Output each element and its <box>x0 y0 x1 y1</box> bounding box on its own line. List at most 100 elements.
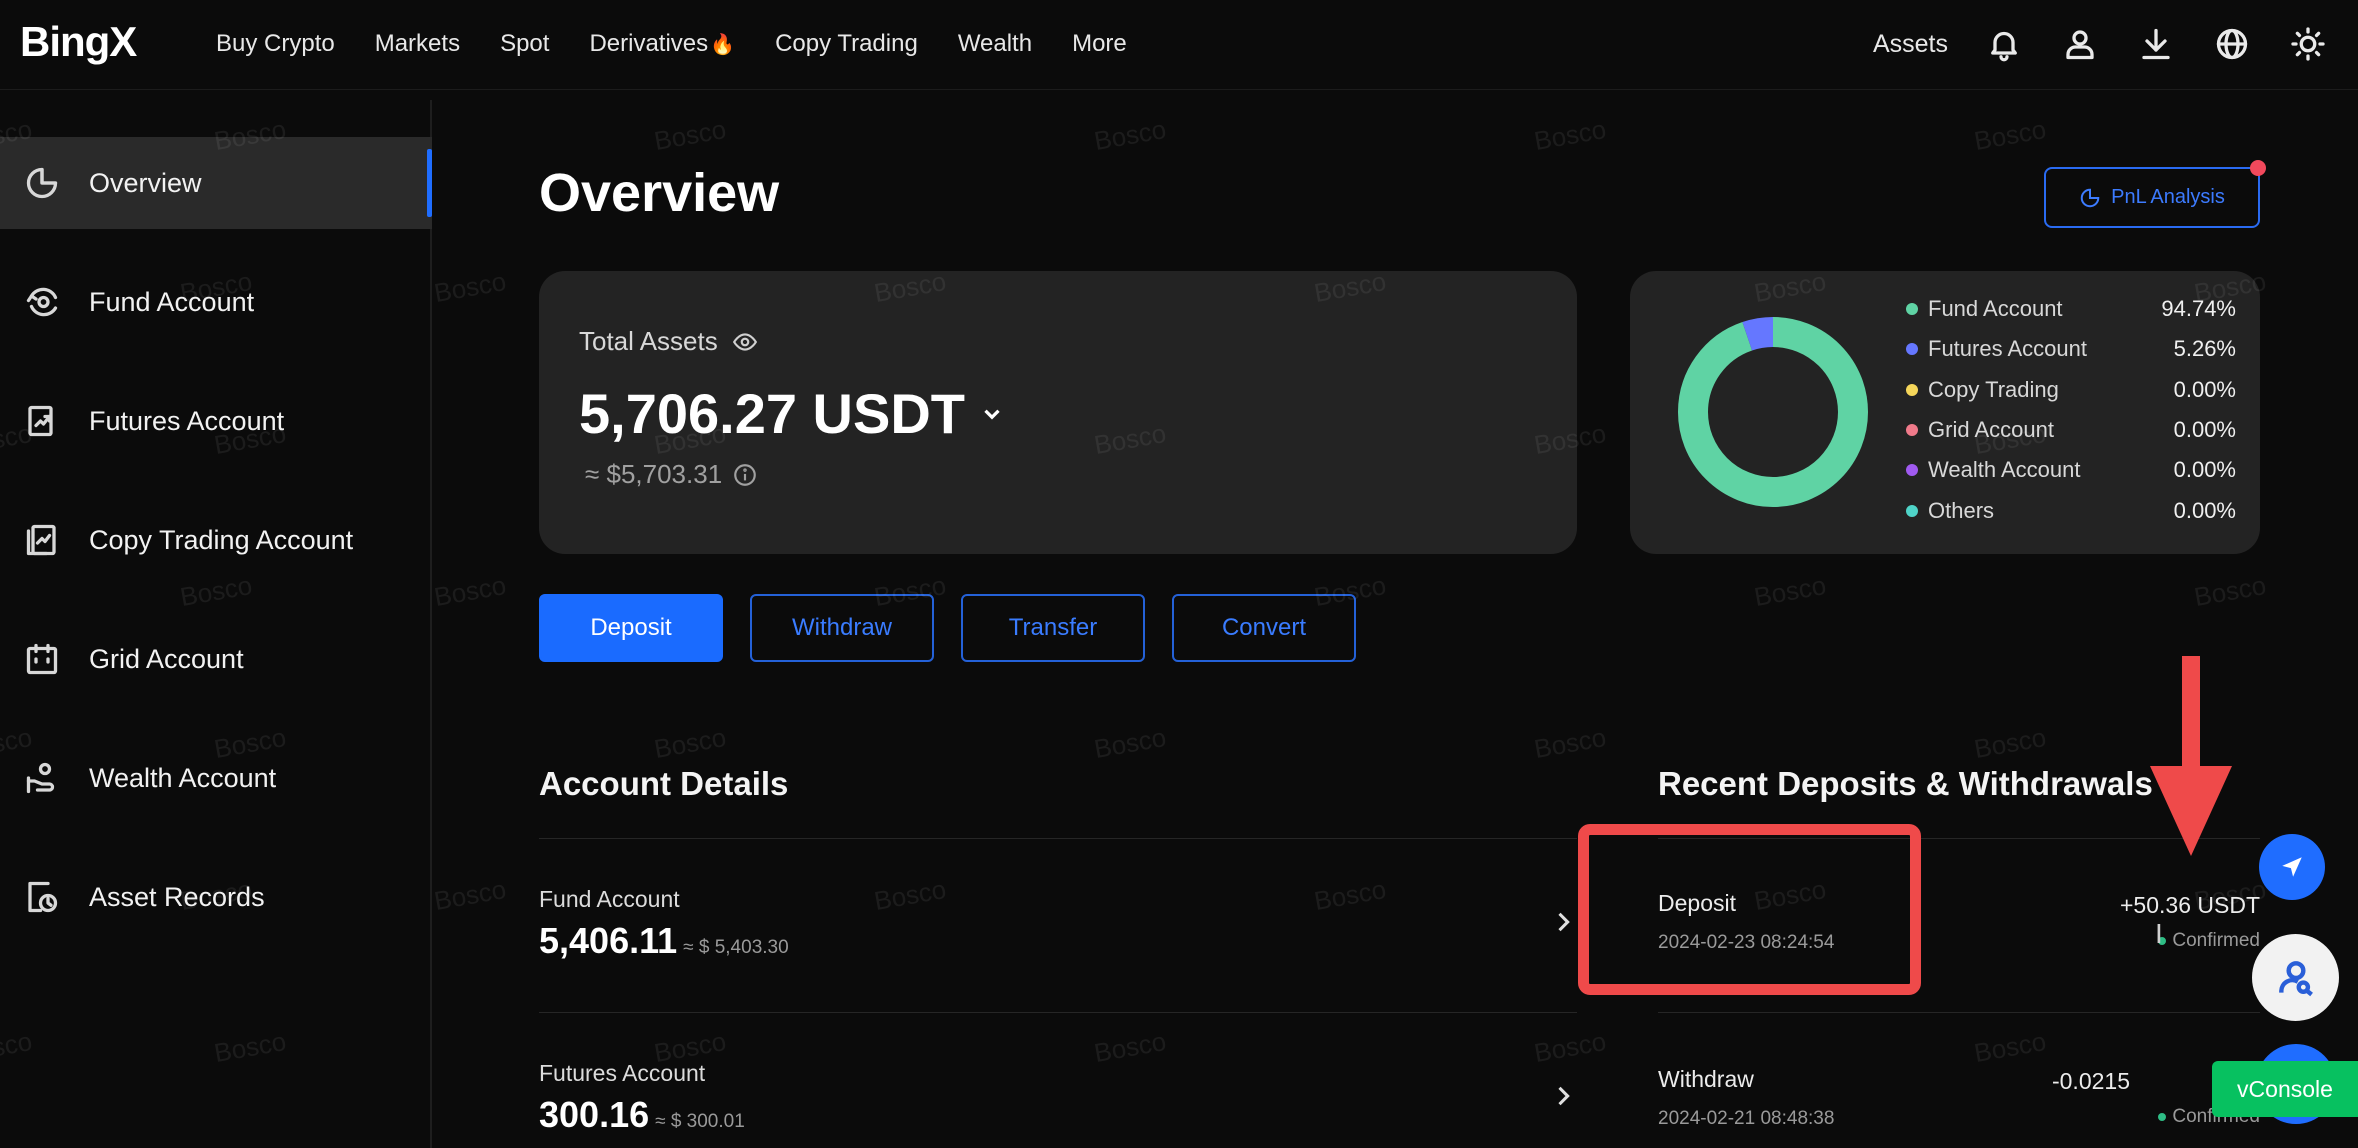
total-assets-value-row[interactable]: 5,706.27 USDT <box>579 381 1005 446</box>
vconsole-button[interactable]: vConsole <box>2212 1061 2358 1117</box>
account-value-line: 300.16 ≈ $ 300.01 <box>539 1094 745 1136</box>
chevron-right-icon[interactable] <box>1549 1082 1577 1110</box>
legend-row: Wealth Account 0.00% <box>1906 450 2236 490</box>
legend-percent: 0.00% <box>2173 417 2236 443</box>
sidebar-item-overview[interactable]: Overview <box>0 137 432 229</box>
legend-row: Copy Trading 0.00% <box>1906 370 2236 410</box>
donut-slice-0 <box>1678 317 1868 507</box>
watermark-text: Bosco <box>1971 721 2049 765</box>
account-name: Fund Account <box>539 886 680 912</box>
sidebar-item-label: Grid Account <box>89 643 244 674</box>
account-row-fund[interactable]: Fund Account 5,406.11 ≈ $ 5,403.30 <box>539 886 1577 1006</box>
download-icon[interactable] <box>2136 24 2176 64</box>
send-fab-button[interactable] <box>2259 834 2325 900</box>
watermark-text: Bosco <box>1091 721 1169 765</box>
pnl-analysis-button[interactable]: PnL Analysis <box>2044 167 2260 228</box>
divider <box>1658 1012 2260 1013</box>
sun-icon[interactable] <box>2288 24 2328 64</box>
pie-chart-icon <box>24 165 60 201</box>
fire-icon: 🔥 <box>710 34 736 56</box>
withdraw-button[interactable]: Withdraw <box>750 594 934 662</box>
recent-transactions-title: Recent Deposits & Withdrawals <box>1658 765 2153 802</box>
nav-derivatives-label: Derivatives <box>589 30 709 57</box>
nav-spot[interactable]: Spot <box>500 30 549 58</box>
sidebar-item-grid-account[interactable]: Grid Account <box>0 613 432 705</box>
account-value-usd: ≈ $ 300.01 <box>655 1111 745 1132</box>
fund-icon <box>24 284 60 320</box>
legend-label: Futures Account <box>1928 336 2087 362</box>
asset-allocation-card: Fund Account 94.74% Futures Account 5.26% Co… <box>1630 271 2260 554</box>
transaction-type: Withdraw <box>1658 1066 1754 1092</box>
bingx-logo[interactable]: BingX <box>20 18 137 66</box>
paper-plane-icon <box>2282 857 2302 877</box>
pie-chart-icon <box>2080 188 2100 207</box>
divider <box>539 1012 1577 1013</box>
watermark-text: Bosco <box>1971 1025 2049 1069</box>
watermark-text: Bosco <box>1531 721 1609 765</box>
sidebar-item-futures-account[interactable]: Futures Account <box>0 375 432 467</box>
user-icon[interactable] <box>2060 24 2100 64</box>
globe-icon[interactable] <box>2212 24 2252 64</box>
watermark-text: Bosco <box>1091 113 1169 157</box>
wealth-icon <box>24 760 60 796</box>
nav-right-tools: Assets <box>1873 0 2328 88</box>
account-value-line: 5,406.11 ≈ $ 5,403.30 <box>539 920 789 962</box>
legend-row: Futures Account 5.26% <box>1906 329 2236 369</box>
sidebar-item-fund-account[interactable]: Fund Account <box>0 256 432 348</box>
nav-markets[interactable]: Markets <box>375 30 460 58</box>
support-fab-button[interactable] <box>2252 934 2339 1021</box>
account-value: 300.16 <box>539 1094 650 1135</box>
legend-label: Others <box>1928 497 1995 523</box>
pnl-analysis-label: PnL Analysis <box>2111 186 2225 208</box>
allocation-legend: Fund Account 94.74% Futures Account 5.26% Co… <box>1906 289 2236 531</box>
watermark-text: Bosco <box>1971 113 2049 157</box>
sidebar-item-label: Futures Account <box>89 405 285 436</box>
total-assets-usd-row: ≈ $5,703.31 <box>585 459 758 490</box>
account-row-futures[interactable]: Futures Account 300.16 ≈ $ 300.01 <box>539 1060 1577 1148</box>
total-assets-card: Total Assets 5,706.27 USDT ≈ $5,703.31 <box>539 271 1577 554</box>
status-dot <box>2158 1113 2167 1121</box>
nav-assets[interactable]: Assets <box>1873 30 1948 59</box>
legend-percent: 0.00% <box>2173 376 2236 402</box>
eye-icon[interactable] <box>732 329 758 355</box>
sidebar: Overview Fund Account Futures Account Co… <box>0 100 432 1148</box>
watermark-text: Bosco <box>431 569 509 613</box>
legend-percent: 5.26% <box>2173 336 2236 362</box>
sidebar-item-label: Copy Trading Account <box>89 524 354 555</box>
watermark-text: Bosco <box>651 113 729 157</box>
notification-dot <box>2250 160 2266 176</box>
sidebar-item-copy-trading-account[interactable]: Copy Trading Account <box>0 494 432 586</box>
chevron-down-icon[interactable] <box>979 401 1005 427</box>
bell-icon[interactable] <box>1984 24 2024 64</box>
sidebar-item-wealth-account[interactable]: Wealth Account <box>0 732 432 824</box>
chevron-right-icon[interactable] <box>1549 908 1577 936</box>
info-icon[interactable] <box>732 462 758 488</box>
account-value-usd: ≈ $ 5,403.30 <box>683 937 789 958</box>
convert-button[interactable]: Convert <box>1172 594 1356 662</box>
legend-dot <box>1906 303 1918 316</box>
sidebar-item-asset-records[interactable]: Asset Records <box>0 851 432 943</box>
nav-more[interactable]: More <box>1072 30 1127 58</box>
legend-label: Copy Trading <box>1928 376 2059 402</box>
deposit-button[interactable]: Deposit <box>539 594 723 662</box>
copy-trading-icon <box>24 522 60 558</box>
transaction-date: 2024-02-21 08:48:38 <box>1658 1108 1835 1129</box>
nav-wealth[interactable]: Wealth <box>958 30 1032 58</box>
transaction-status-label: Confirmed <box>2172 930 2260 951</box>
total-assets-usd: ≈ $5,703.31 <box>585 459 723 489</box>
watermark-text: Bosco <box>651 721 729 765</box>
nav-copy-trading[interactable]: Copy Trading <box>775 30 918 58</box>
nav-derivatives[interactable]: Derivatives 🔥 <box>589 30 735 58</box>
legend-percent: 0.00% <box>2173 457 2236 483</box>
transaction-row-withdraw[interactable]: Withdraw 2024-02-21 08:48:38 -0.0215 Con… <box>1658 1066 2260 1148</box>
top-navigation: BingX Buy Crypto Markets Spot Derivative… <box>0 0 2358 90</box>
legend-row: Grid Account 0.00% <box>1906 410 2236 450</box>
transfer-button[interactable]: Transfer <box>961 594 1145 662</box>
watermark-text: Bosco <box>1531 113 1609 157</box>
red-arrow-annotation <box>2150 656 2232 856</box>
grid-icon <box>24 641 60 677</box>
legend-dot <box>1906 424 1918 437</box>
legend-label: Fund Account <box>1928 296 2063 322</box>
watermark-text: Bosco <box>1751 569 1829 613</box>
nav-buy-crypto[interactable]: Buy Crypto <box>216 30 335 58</box>
